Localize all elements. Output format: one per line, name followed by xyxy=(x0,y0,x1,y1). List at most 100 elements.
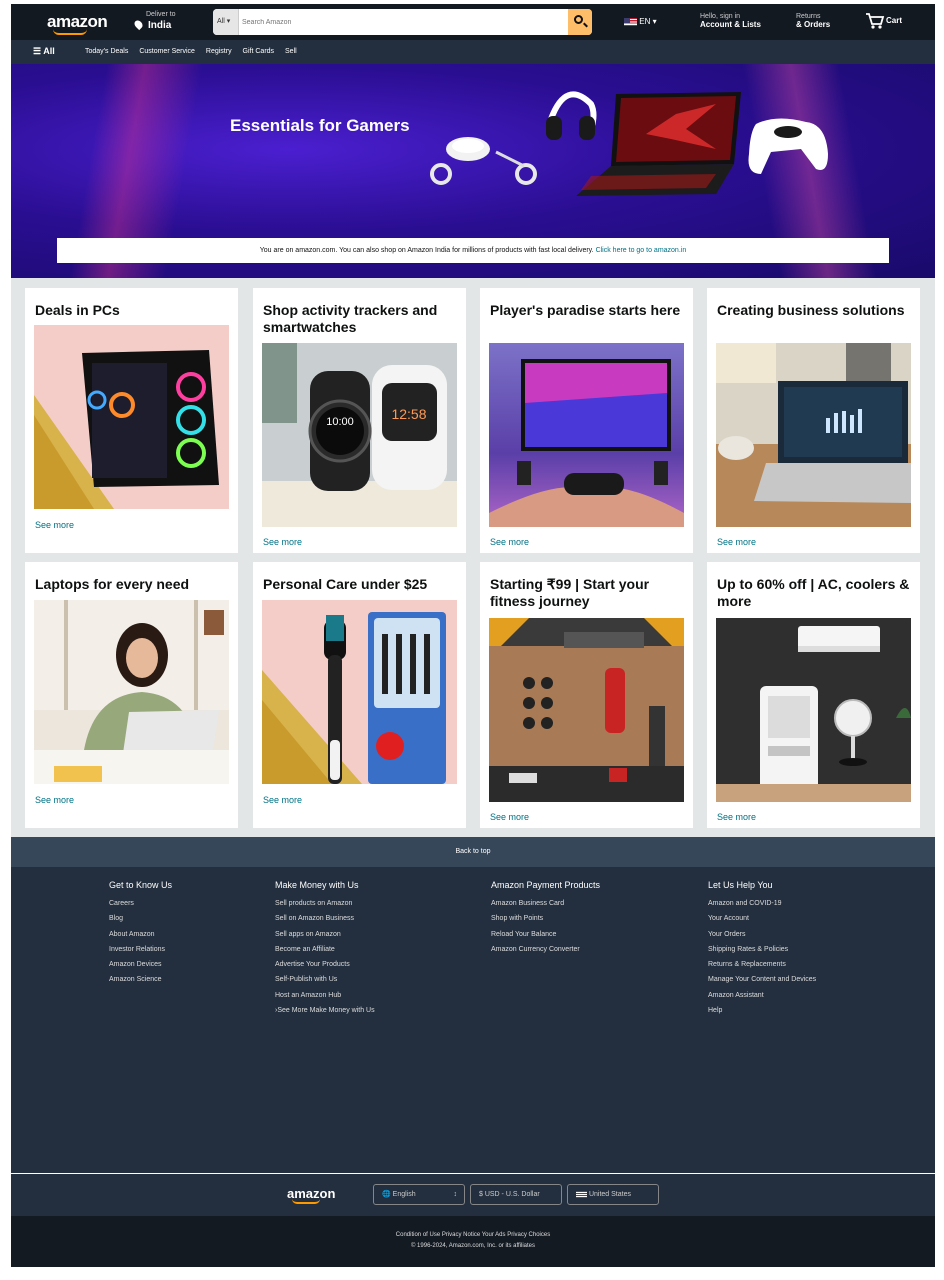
card-fitness: Starting ₹99 | Start your fitness journe… xyxy=(480,562,693,828)
country-button-label: United States xyxy=(588,1191,631,1198)
footer-link[interactable]: Become an Affiliate xyxy=(275,942,375,957)
footer-column-make-money: Make Money with Us Sell products on Amaz… xyxy=(275,880,375,1018)
watch-face-right: 12:58 xyxy=(391,406,426,422)
card-ac-coolers: Up to 60% off | AC, coolers & more See m… xyxy=(707,562,920,828)
see-more-link[interactable]: See more xyxy=(35,520,74,530)
footer-link[interactable]: ›See More Make Money with Us xyxy=(275,1003,375,1018)
footer-link[interactable]: Amazon and COVID-19 xyxy=(708,896,816,911)
language-selector[interactable]: EN ▾ xyxy=(624,17,657,26)
footer-link[interactable]: Sell on Amazon Business xyxy=(275,911,375,926)
footer-link[interactable]: Your Account xyxy=(708,911,816,926)
footer-link[interactable]: About Amazon xyxy=(109,927,172,942)
footer-column-payment-products: Amazon Payment Products Amazon Business … xyxy=(491,880,600,957)
search-input[interactable] xyxy=(240,9,566,35)
footer-link[interactable]: Investor Relations xyxy=(109,942,172,957)
woman-laptop-image[interactable] xyxy=(34,600,229,784)
footer-column-heading: Amazon Payment Products xyxy=(491,880,601,890)
card-activity-trackers: Shop activity trackers and smartwatches … xyxy=(253,288,466,553)
country-button[interactable]: United States xyxy=(567,1184,659,1205)
footer-link[interactable]: Amazon Assistant xyxy=(708,988,816,1003)
woman-with-laptop-icon xyxy=(34,600,229,784)
subnav-link-customer-service[interactable]: Customer Service xyxy=(139,48,195,55)
see-more-link[interactable]: See more xyxy=(717,812,756,822)
footer-legal: Condition of Use Privacy Notice Your Ads… xyxy=(11,1216,935,1267)
toothbrush-image[interactable] xyxy=(262,600,457,784)
card-personal-care: Personal Care under $25 See more xyxy=(253,562,466,828)
footer-link[interactable]: Reload Your Balance xyxy=(491,927,600,942)
subnav-link-sell[interactable]: Sell xyxy=(285,48,297,55)
see-more-link[interactable]: See more xyxy=(717,537,756,547)
footer-link[interactable]: Shop with Points xyxy=(491,911,600,926)
language-button[interactable]: 🌐 English ↕ xyxy=(373,1184,465,1205)
sub-nav: ☰ All Today's Deals Customer Service Reg… xyxy=(11,40,935,64)
smartwatches-image[interactable]: 10:00 12:58 xyxy=(262,343,457,527)
see-more-link[interactable]: See more xyxy=(263,795,302,805)
footer-column-heading: Get to Know Us xyxy=(109,880,173,890)
search-icon-handle xyxy=(583,22,588,28)
chevron-down-icon: ▾ xyxy=(652,17,657,26)
game-controller-icon xyxy=(748,118,828,174)
card-title: Player's paradise starts here xyxy=(490,302,681,318)
card-deals-in-pcs: Deals in PCs See more xyxy=(25,288,238,553)
footer-column-heading: Make Money with Us xyxy=(275,880,359,890)
logo-smile-icon xyxy=(53,29,87,35)
logo-smile-icon xyxy=(292,1199,320,1204)
subnav-link-todays-deals[interactable]: Today's Deals xyxy=(85,48,128,55)
air-cooler-image[interactable] xyxy=(716,618,911,802)
pc-tower-image[interactable] xyxy=(34,325,229,509)
home-gym-image[interactable] xyxy=(489,618,684,802)
footer-link[interactable]: Help xyxy=(708,1003,816,1018)
subnav-link-gift-cards[interactable]: Gift Cards xyxy=(243,48,275,55)
globe-icon: 🌐 xyxy=(382,1191,391,1198)
legal-links[interactable]: Condition of Use Privacy Notice Your Ads… xyxy=(11,1232,935,1238)
see-more-link[interactable]: See more xyxy=(35,795,74,805)
currency-button[interactable]: $ USD - U.S. Dollar xyxy=(470,1184,562,1205)
footer-link[interactable]: Careers xyxy=(109,896,172,911)
search-category-dropdown[interactable]: All ▾ xyxy=(213,9,239,35)
go-to-amazon-in-link[interactable]: Click here to go to amazon.in xyxy=(596,247,687,254)
us-flag-icon xyxy=(576,1190,587,1198)
amazon-logo[interactable]: amazon xyxy=(47,12,108,35)
us-flag-icon xyxy=(624,17,637,26)
footer-link[interactable]: Self-Publish with Us xyxy=(275,972,375,987)
see-more-link[interactable]: See more xyxy=(263,537,302,547)
footer-column-heading: Let Us Help You xyxy=(708,880,773,890)
search-button[interactable] xyxy=(568,9,592,35)
cart-label: Cart xyxy=(886,16,903,25)
footer-link[interactable]: Returns & Replacements xyxy=(708,957,816,972)
footer-link[interactable]: Advertise Your Products xyxy=(275,957,375,972)
subnav-link-registry[interactable]: Registry xyxy=(206,48,232,55)
location-pin-icon xyxy=(132,18,145,31)
gaming-setup-image[interactable] xyxy=(489,343,684,527)
headphones-icon xyxy=(546,91,597,140)
footer-amazon-logo[interactable]: amazon xyxy=(287,1186,335,1204)
see-more-link[interactable]: See more xyxy=(490,812,529,822)
hero-banner[interactable]: Essentials for Gamers You are on amazon.… xyxy=(11,64,935,278)
footer-link[interactable]: Manage Your Content and Devices xyxy=(708,972,816,987)
hero-title: Essentials for Gamers xyxy=(230,116,410,135)
back-to-top-button[interactable]: Back to top xyxy=(11,837,935,867)
watch-face-left: 10:00 xyxy=(326,416,354,428)
footer-link[interactable]: Amazon Devices xyxy=(109,957,172,972)
footer-link[interactable]: Amazon Currency Converter xyxy=(491,942,600,957)
top-nav: amazon Deliver to India All ▾ EN ▾ Hello… xyxy=(11,4,935,40)
business-laptop-image[interactable] xyxy=(716,343,911,527)
gaming-products-illustration xyxy=(430,91,828,196)
footer-link[interactable]: Blog xyxy=(109,911,172,926)
footer-link[interactable]: Sell products on Amazon xyxy=(275,896,375,911)
footer-link[interactable]: Host an Amazon Hub xyxy=(275,988,375,1003)
footer-link[interactable]: Shipping Rates & Policies xyxy=(708,942,816,957)
region-notice-text: You are on amazon.com. You can also shop… xyxy=(259,247,594,254)
footer-links: Get to Know Us Careers Blog About Amazon… xyxy=(11,867,935,1173)
see-more-link[interactable]: See more xyxy=(490,537,529,547)
footer-link[interactable]: Amazon Science xyxy=(109,972,172,987)
footer-link[interactable]: Sell apps on Amazon xyxy=(275,927,375,942)
all-menu-button[interactable]: ☰ All xyxy=(33,46,55,57)
gaming-monitor-icon xyxy=(489,359,684,527)
account-menu[interactable]: Hello, sign in Account & Lists xyxy=(700,13,761,29)
returns-orders[interactable]: Returns & Orders xyxy=(796,13,830,29)
language-code: EN xyxy=(639,17,651,26)
copyright-text: © 1996-2024, Amazon.com, Inc. or its aff… xyxy=(410,1243,536,1249)
footer-link[interactable]: Amazon Business Card xyxy=(491,896,600,911)
footer-link[interactable]: Your Orders xyxy=(708,927,816,942)
